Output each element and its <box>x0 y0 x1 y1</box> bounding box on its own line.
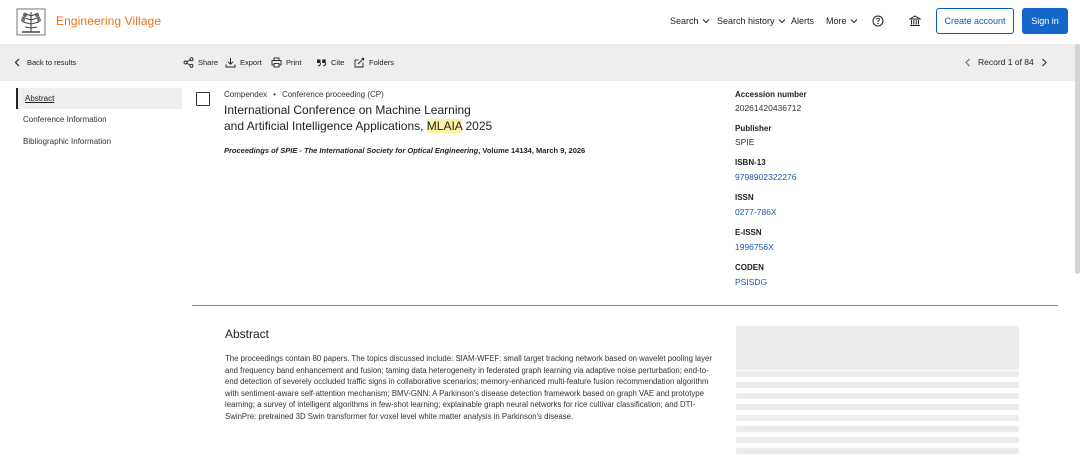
loading-placeholder <box>736 326 1019 370</box>
eissn-link[interactable]: 1996756X <box>735 242 774 252</box>
cite-button[interactable]: Cite <box>316 57 344 68</box>
source-title[interactable]: Proceedings of SPIE - The International … <box>224 146 478 155</box>
create-account-button[interactable]: Create account <box>936 8 1014 34</box>
abstract-text: The proceedings contain 80 papers. The t… <box>225 354 712 421</box>
institution-icon[interactable] <box>909 15 921 27</box>
print-button[interactable]: Print <box>271 57 301 68</box>
database-label: Compendex <box>224 90 268 99</box>
loading-placeholder <box>736 415 1019 421</box>
folders-button[interactable]: Folders <box>354 57 394 68</box>
source-volume-date: , Volume 14134, March 9, 2026 <box>478 146 586 155</box>
loading-placeholder <box>736 448 1019 454</box>
record-counter: Record 1 of 84 <box>978 57 1034 67</box>
export-button[interactable]: Export <box>225 57 262 68</box>
meta-separator: • <box>273 90 276 99</box>
top-header: Engineering Village Search Search histor… <box>0 0 1080 44</box>
sidebar-item-bibliographic-information[interactable]: Bibliographic Information <box>16 131 182 152</box>
sidebar-item-conference-information[interactable]: Conference Information <box>16 109 182 130</box>
loading-placeholder <box>736 371 1019 377</box>
record-meta: Compendex • Conference proceeding (CP) <box>224 90 384 99</box>
chevron-left-icon <box>14 58 20 67</box>
select-record-checkbox[interactable] <box>196 92 210 106</box>
loading-placeholder <box>736 393 1019 399</box>
abstract-heading: Abstract <box>225 327 270 341</box>
share-button[interactable]: Share <box>183 57 218 68</box>
nav-search-history[interactable]: Search history <box>717 16 786 26</box>
eissn-label: E-ISSN <box>735 228 762 237</box>
chevron-right-icon[interactable] <box>1040 58 1048 67</box>
chevron-down-icon <box>702 19 709 24</box>
chevron-left-icon[interactable] <box>964 58 972 67</box>
chevron-down-icon <box>778 19 785 24</box>
accession-number-label: Accession number <box>735 90 807 99</box>
nav-more[interactable]: More <box>826 16 858 26</box>
source-citation: Proceedings of SPIE - The International … <box>224 146 585 155</box>
issn-link[interactable]: 0277-786X <box>735 207 777 217</box>
chevron-down-icon <box>850 19 857 24</box>
record-toolbar: Back to results Share Export Print Cite … <box>0 44 1080 81</box>
record-pagination: Record 1 of 84 <box>964 57 1048 67</box>
loading-placeholder <box>736 426 1019 432</box>
back-to-results-link[interactable]: Back to results <box>12 57 76 68</box>
elsevier-logo-icon[interactable] <box>16 8 46 36</box>
document-type: Conference proceeding (CP) <box>281 90 384 99</box>
record-title: International Conference on Machine Lear… <box>224 103 493 133</box>
nav-alerts[interactable]: Alerts <box>791 16 814 26</box>
publisher-value: SPIE <box>735 137 755 147</box>
isbn-link[interactable]: 9798902322276 <box>735 172 796 182</box>
accession-number-value: 20261420436712 <box>735 103 802 113</box>
publisher-label: Publisher <box>735 124 772 133</box>
download-icon <box>225 58 236 68</box>
printer-icon <box>271 57 282 68</box>
nav-search[interactable]: Search <box>670 16 710 26</box>
loading-placeholder <box>736 437 1019 443</box>
loading-placeholder <box>736 404 1019 410</box>
folder-add-icon <box>354 57 365 68</box>
coden-label: CODEN <box>735 263 764 272</box>
sidebar-item-abstract[interactable]: Abstract <box>16 88 182 109</box>
page-scrollbar[interactable] <box>1075 44 1080 274</box>
search-term-highlight: MLAIA <box>426 119 463 133</box>
quote-icon <box>317 59 327 67</box>
sign-in-button[interactable]: Sign in <box>1022 8 1068 34</box>
share-icon <box>183 57 194 68</box>
section-divider <box>192 305 1058 306</box>
help-icon[interactable] <box>872 15 884 27</box>
brand-name[interactable]: Engineering Village <box>56 14 161 28</box>
isbn-label: ISBN-13 <box>735 158 766 167</box>
loading-placeholder <box>736 382 1019 388</box>
coden-link[interactable]: PSISDG <box>735 277 767 287</box>
issn-label: ISSN <box>735 193 754 202</box>
